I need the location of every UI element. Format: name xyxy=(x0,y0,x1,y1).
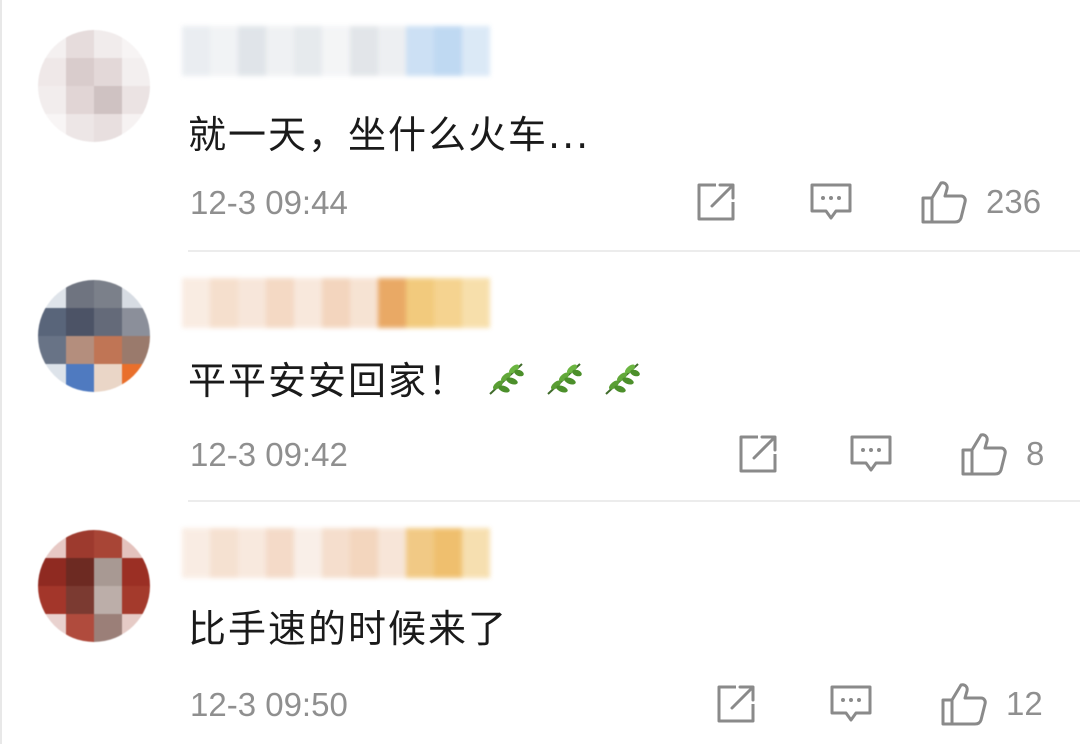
thumbs-up-icon xyxy=(921,181,967,224)
comment-icon xyxy=(810,183,852,220)
leaf-emoji xyxy=(486,361,526,406)
like-count: 8 xyxy=(1026,435,1045,472)
avatar[interactable] xyxy=(38,30,150,142)
comment-timestamp: 12-3 09:42 xyxy=(190,436,348,473)
reply-button[interactable] xyxy=(848,432,894,476)
like-count: 236 xyxy=(986,183,1042,220)
share-button[interactable] xyxy=(736,432,780,476)
comment-item: 平平安安回家！ 12-3 09:42 8 xyxy=(2,252,1080,502)
thumbs-up-icon xyxy=(961,433,1007,476)
comment-text: 比手速的时候来了 xyxy=(188,598,508,653)
reply-button[interactable] xyxy=(808,180,854,224)
leaf-emoji xyxy=(602,361,642,406)
share-icon xyxy=(739,435,777,473)
comment-body: 就一天，坐什么火车... xyxy=(188,113,591,157)
comment-icon xyxy=(830,685,872,722)
avatar[interactable] xyxy=(38,280,150,392)
thumbs-up-icon xyxy=(941,683,987,726)
share-button[interactable] xyxy=(694,180,738,224)
like-count: 12 xyxy=(1006,685,1043,722)
username-redacted[interactable] xyxy=(182,528,490,578)
username-redacted[interactable] xyxy=(182,26,490,76)
comment-text: 平平安安回家！ xyxy=(188,350,642,406)
comment-body: 比手速的时候来了 xyxy=(188,607,509,651)
reply-button[interactable] xyxy=(828,682,874,726)
comment-item: 比手速的时候来了 12-3 09:50 12 xyxy=(2,502,1080,744)
share-icon xyxy=(717,685,755,723)
comment-timestamp: 12-3 09:44 xyxy=(190,184,348,221)
comment-text: 就一天，坐什么火车... xyxy=(188,104,590,159)
like-button[interactable]: 12 xyxy=(940,682,1043,726)
comment-item: 就一天，坐什么火车... 12-3 09:44 236 xyxy=(2,0,1080,252)
share-button[interactable] xyxy=(714,682,758,726)
comment-icon xyxy=(850,435,892,472)
comment-feed: 就一天，坐什么火车... 12-3 09:44 236 平平安安回家！ 12-3… xyxy=(0,0,1080,744)
comment-timestamp: 12-3 09:50 xyxy=(190,686,348,723)
share-icon xyxy=(697,183,735,221)
like-button[interactable]: 8 xyxy=(960,432,1044,476)
leaf-emoji xyxy=(544,361,584,406)
like-button[interactable]: 236 xyxy=(920,180,1041,224)
comment-body: 平平安安回家！ xyxy=(188,359,469,403)
username-redacted[interactable] xyxy=(182,278,490,328)
avatar[interactable] xyxy=(38,530,150,642)
